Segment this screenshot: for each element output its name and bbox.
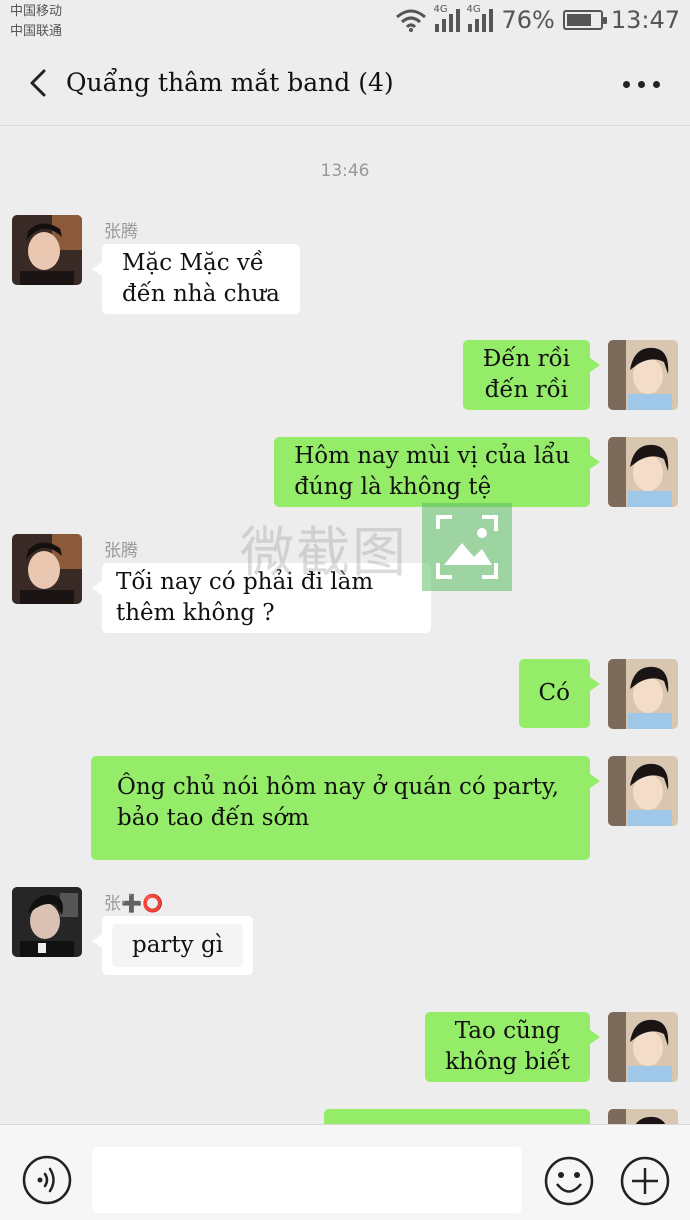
carrier-secondary: 中国联通	[10, 24, 63, 39]
message-line: party gì	[112, 924, 244, 967]
message-line: bảo tao đến sớm	[117, 805, 310, 831]
watermark-image-icon	[422, 503, 512, 591]
avatar-self[interactable]	[608, 340, 678, 410]
sender-name: 张➕⭕	[104, 894, 164, 914]
avatar-zhang-teng[interactable]	[12, 534, 82, 604]
message-timestamp: 13:46	[320, 161, 370, 181]
message-bubble-outgoing[interactable]: Tao cũng không biết	[425, 1012, 600, 1082]
message-input[interactable]	[92, 1147, 522, 1213]
message-line: không biết	[445, 1049, 570, 1075]
status-indicators: 4G 4G 76% 13:47	[395, 4, 680, 36]
chat-title: Quẩng thâm mắt band (4)	[66, 68, 394, 97]
emoji-icon	[544, 1156, 594, 1206]
message-line: Ông chủ nói hôm nay ở quán có party,	[117, 774, 559, 800]
battery-icon	[562, 10, 607, 30]
message-line: Có	[538, 680, 570, 706]
avatar-self[interactable]	[608, 756, 678, 826]
clock: 13:47	[610, 6, 680, 34]
message-line: đúng là không tệ	[294, 474, 492, 500]
more-actions-button[interactable]	[619, 1155, 671, 1207]
message-line: Tao cũng	[454, 1018, 561, 1044]
plus-icon	[620, 1156, 670, 1206]
wifi-icon	[396, 9, 427, 32]
cell-signal-icon-1: 4G	[433, 4, 461, 32]
battery-percent: 76%	[501, 6, 555, 34]
status-bar: 中国移动 中国联通 4G 4G 76% 13:47	[0, 0, 690, 42]
voice-icon	[22, 1155, 72, 1205]
avatar-self[interactable]	[608, 1012, 678, 1082]
message-bubble-outgoing[interactable]: Có	[518, 659, 601, 728]
avatar-self[interactable]	[608, 437, 678, 507]
message-bubble-outgoing[interactable]: Hôm nay mùi vị của lẩu đúng là không tệ	[274, 437, 600, 507]
avatar-zhang-friend[interactable]	[12, 887, 82, 957]
voice-input-button[interactable]	[22, 1155, 72, 1205]
watermark: 微截图	[240, 503, 512, 591]
message-line: thêm không ?	[116, 600, 275, 626]
message-list[interactable]: 13:46 张腾 Mặc Mặc về đến nhà chưa Đến rồi…	[0, 127, 690, 1124]
message-bubble-outgoing-partial[interactable]	[324, 1109, 590, 1124]
message-bubble-outgoing[interactable]: Ông chủ nói hôm nay ở quán có party, bảo…	[91, 756, 600, 860]
message-line: đến rồi	[484, 377, 569, 403]
back-arrow-icon[interactable]	[24, 68, 54, 98]
avatar-self[interactable]	[608, 1109, 678, 1124]
emoji-button[interactable]	[543, 1155, 595, 1207]
carrier-primary: 中国移动	[10, 4, 63, 19]
message-bubble-outgoing[interactable]: Đến rồi đến rồi	[462, 340, 601, 410]
chat-header: Quẩng thâm mắt band (4)	[0, 42, 690, 126]
message-bubble-incoming[interactable]: party gì	[91, 916, 254, 975]
watermark-text: 微截图	[240, 520, 408, 584]
message-line: Đến rồi	[482, 346, 570, 372]
message-line: Hôm nay mùi vị của lẩu	[294, 443, 570, 469]
more-options-icon[interactable]	[620, 74, 660, 94]
cell-signal-icon-2: 4G	[466, 4, 494, 32]
sender-name: 张腾	[104, 222, 138, 242]
message-line: Mặc Mặc về	[122, 250, 265, 276]
message-bubble-incoming[interactable]: Mặc Mặc về đến nhà chưa	[92, 244, 300, 314]
avatar-zhang-teng[interactable]	[12, 215, 82, 285]
input-bar	[0, 1124, 690, 1220]
network-type-1: 4G	[433, 4, 448, 15]
network-type-2: 4G	[466, 4, 481, 15]
sender-name: 张腾	[104, 541, 138, 561]
avatar-self[interactable]	[608, 659, 678, 729]
message-line: đến nhà chưa	[122, 281, 280, 307]
